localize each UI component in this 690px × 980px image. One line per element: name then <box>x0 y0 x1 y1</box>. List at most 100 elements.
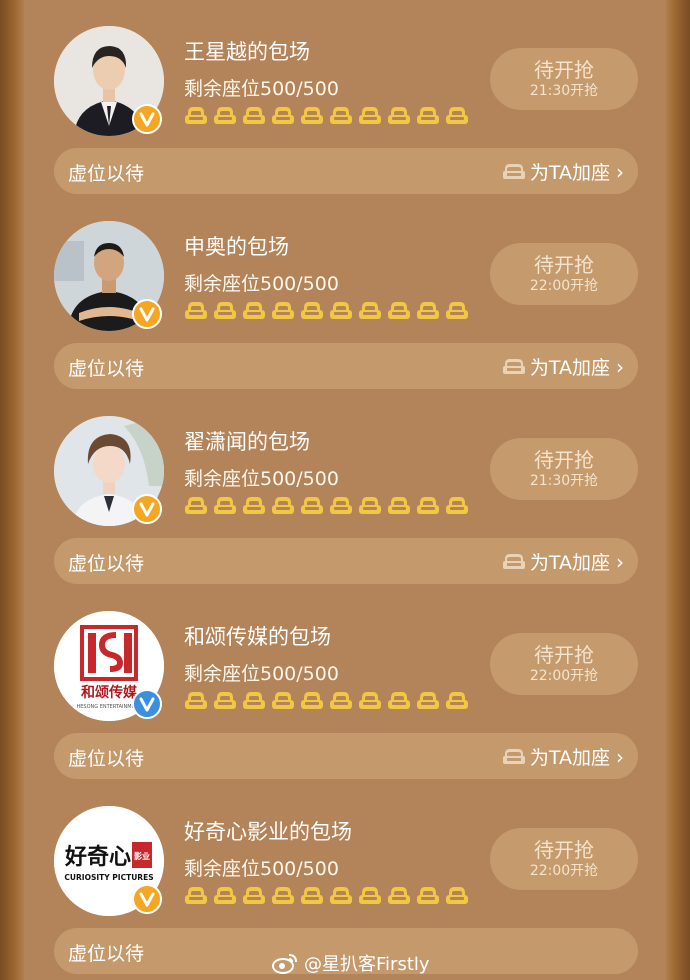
sofa-icon <box>213 494 237 518</box>
package-title: 好奇心影业的包场 <box>184 820 352 844</box>
logo-text: 好奇心 <box>64 844 131 870</box>
sofa-icon <box>387 689 411 713</box>
grab-button-time: 21:30开抢 <box>529 473 599 489</box>
sofa-icon <box>213 104 237 128</box>
sofa-icon <box>387 299 411 323</box>
grab-button[interactable]: 待开抢 21:30开抢 <box>490 438 638 500</box>
logo-badge: 影业 <box>134 851 150 861</box>
add-seat-bar[interactable]: 虚位以待 为TA加座 › <box>54 148 638 194</box>
sofa-icon <box>445 689 469 713</box>
verified-badge-icon <box>132 689 162 719</box>
chevron-right-icon: › <box>616 354 624 379</box>
grab-button[interactable]: 待开抢 21:30开抢 <box>490 48 638 110</box>
chevron-right-icon: › <box>616 159 624 184</box>
watermark-text: @星扒客Firstly <box>304 954 430 975</box>
sofa-icon <box>300 884 324 908</box>
sofa-icon <box>502 161 526 183</box>
grab-button-time: 21:30开抢 <box>529 83 599 99</box>
add-seat-label: 为TA加座 <box>529 747 610 769</box>
sofa-icon <box>445 884 469 908</box>
add-seat-link[interactable]: 为TA加座 › <box>502 158 624 185</box>
verified-badge-icon <box>132 884 162 914</box>
package-title: 王星越的包场 <box>184 40 310 64</box>
sofa-icon <box>271 884 295 908</box>
package-card: 王星越的包场 剩余座位500/500 待开抢 21:30开抢 虚位以待 为TA加… <box>24 0 666 195</box>
waiting-text: 虚位以待 <box>68 748 145 770</box>
sofa-icon <box>387 494 411 518</box>
sofa-icon <box>242 104 266 128</box>
sofa-icon <box>184 104 208 128</box>
grab-button-label: 待开抢 <box>534 838 594 862</box>
sofa-icon <box>213 299 237 323</box>
grab-button-label: 待开抢 <box>534 58 594 82</box>
sofa-icon <box>502 356 526 378</box>
seat-icons <box>184 689 469 713</box>
remaining-seats: 剩余座位500/500 <box>184 663 339 685</box>
weibo-icon <box>272 954 297 974</box>
sofa-icon <box>416 884 440 908</box>
sofa-icon <box>329 104 353 128</box>
add-seat-link[interactable]: 为TA加座 › <box>502 353 624 380</box>
grab-button[interactable]: 待开抢 22:00开抢 <box>490 243 638 305</box>
add-seat-bar[interactable]: 虚位以待 为TA加座 › <box>54 538 638 584</box>
grab-button-time: 22:00开抢 <box>529 668 599 684</box>
sofa-icon <box>416 299 440 323</box>
watermark: @星扒客Firstly <box>272 950 430 976</box>
logo-text: 和颂传媒 <box>81 684 138 701</box>
waiting-text: 虚位以待 <box>68 163 145 185</box>
waiting-text: 虚位以待 <box>68 943 145 965</box>
sofa-icon <box>271 494 295 518</box>
chevron-right-icon: › <box>616 744 624 769</box>
package-title: 申奥的包场 <box>184 235 289 259</box>
grab-button[interactable]: 待开抢 22:00开抢 <box>490 828 638 890</box>
remaining-seats: 剩余座位500/500 <box>184 273 339 295</box>
chevron-right-icon: › <box>616 549 624 574</box>
package-card: 申奥的包场 剩余座位500/500 待开抢 22:00开抢 虚位以待 为TA加座… <box>24 195 666 390</box>
sofa-icon <box>300 104 324 128</box>
sofa-icon <box>416 494 440 518</box>
sofa-icon <box>329 299 353 323</box>
package-card: 翟潇闻的包场 剩余座位500/500 待开抢 21:30开抢 虚位以待 为TA加… <box>24 390 666 585</box>
grab-button-label: 待开抢 <box>534 448 594 472</box>
sofa-icon <box>502 746 526 768</box>
sofa-icon <box>300 494 324 518</box>
remaining-seats: 剩余座位500/500 <box>184 858 339 880</box>
package-title: 翟潇闻的包场 <box>184 430 310 454</box>
waiting-text: 虚位以待 <box>68 358 145 380</box>
sofa-icon <box>387 104 411 128</box>
sofa-icon <box>416 689 440 713</box>
add-seat-link[interactable]: 为TA加座 › <box>502 743 624 770</box>
sofa-icon <box>358 884 382 908</box>
grab-button-time: 22:00开抢 <box>529 863 599 879</box>
package-card: 和颂传媒 HESONG ENTERTAINMENT 和颂传媒的包场 剩余座位50… <box>24 585 666 780</box>
sofa-icon <box>358 104 382 128</box>
sofa-icon <box>242 689 266 713</box>
remaining-seats: 剩余座位500/500 <box>184 468 339 490</box>
package-card: 好奇心 影业 CURIOSITY PICTURES 好奇心影业的包场 剩余座位5… <box>24 780 666 975</box>
sofa-icon <box>213 689 237 713</box>
sofa-icon <box>271 299 295 323</box>
sofa-icon <box>242 299 266 323</box>
sofa-icon <box>358 299 382 323</box>
seat-icons <box>184 494 469 518</box>
seat-list-panel: 王星越的包场 剩余座位500/500 待开抢 21:30开抢 虚位以待 为TA加… <box>24 0 666 980</box>
add-seat-label: 为TA加座 <box>529 162 610 184</box>
add-seat-link[interactable]: 为TA加座 › <box>502 548 624 575</box>
remaining-seats: 剩余座位500/500 <box>184 78 339 100</box>
package-title: 和颂传媒的包场 <box>184 625 331 649</box>
sofa-icon <box>242 884 266 908</box>
grab-button-time: 22:00开抢 <box>529 278 599 294</box>
grab-button[interactable]: 待开抢 22:00开抢 <box>490 633 638 695</box>
add-seat-bar[interactable]: 虚位以待 为TA加座 › <box>54 343 638 389</box>
logo-subtext: CURIOSITY PICTURES <box>64 873 153 882</box>
verified-badge-icon <box>132 494 162 524</box>
sofa-icon <box>184 689 208 713</box>
sofa-icon <box>300 689 324 713</box>
seat-icons <box>184 884 469 908</box>
verified-badge-icon <box>132 104 162 134</box>
sofa-icon <box>416 104 440 128</box>
seat-icons <box>184 104 469 128</box>
add-seat-bar[interactable]: 虚位以待 为TA加座 › <box>54 733 638 779</box>
sofa-icon <box>300 299 324 323</box>
sofa-icon <box>184 494 208 518</box>
